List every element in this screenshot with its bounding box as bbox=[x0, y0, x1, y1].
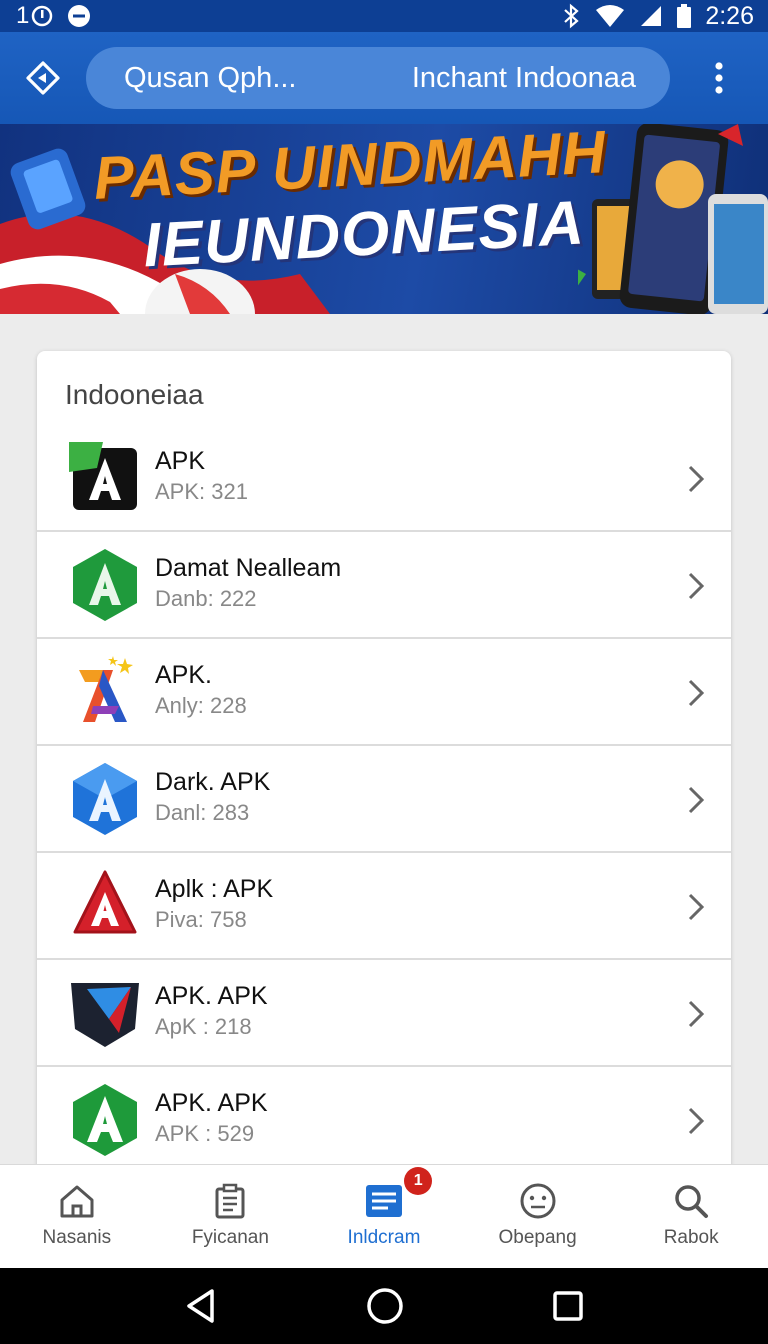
item-title: Damat Nealleam bbox=[155, 554, 342, 582]
list-item[interactable]: Damat Nealleam Danb: 222 bbox=[37, 532, 731, 639]
item-title: APK bbox=[155, 447, 206, 475]
notification-badge: 1 bbox=[404, 1167, 433, 1195]
list-item[interactable]: Aplk : APK Piva: 758 bbox=[37, 853, 731, 960]
dark-shield-icon bbox=[71, 983, 139, 1047]
item-title: APK. bbox=[155, 661, 212, 689]
item-title: Aplk : APK bbox=[155, 875, 274, 903]
battery-icon bbox=[677, 4, 692, 28]
item-subtitle: ApK : 218 bbox=[155, 1014, 252, 1039]
red-hex-icon bbox=[73, 870, 137, 934]
status-left-text: 1 bbox=[16, 2, 30, 29]
signal-icon bbox=[641, 6, 662, 26]
home-circle-icon[interactable] bbox=[366, 1287, 404, 1325]
phones-graphic bbox=[578, 124, 768, 314]
more-options-button[interactable] bbox=[670, 32, 768, 124]
nav-item-home[interactable]: Nasanis bbox=[0, 1165, 154, 1268]
nav-label: Fyicanan bbox=[191, 1227, 269, 1248]
item-subtitle: APK : 529 bbox=[155, 1121, 255, 1146]
bluetooth-icon bbox=[564, 3, 579, 29]
status-right: 2:26 bbox=[561, 2, 754, 31]
search-left-text: Qusan Qph... bbox=[124, 61, 297, 94]
recents-icon[interactable] bbox=[552, 1290, 584, 1322]
wifi-icon bbox=[596, 5, 625, 27]
chevron-right-icon bbox=[688, 1107, 705, 1135]
search-right-text: Inchant Indoonaa bbox=[411, 61, 636, 94]
blue-hex-icon bbox=[73, 763, 137, 835]
item-title: APK. APK bbox=[155, 982, 268, 1010]
bottom-nav: Nasanis Fyicanan 1 Inldcram Obepang Rabo… bbox=[0, 1164, 768, 1268]
nav-label: Obepang bbox=[498, 1227, 577, 1248]
search-icon bbox=[675, 1185, 709, 1218]
nav-label: Nasanis bbox=[42, 1227, 112, 1248]
nav-item-documents[interactable]: Fyicanan bbox=[154, 1165, 308, 1268]
list-item[interactable]: APK. Anly: 228 bbox=[37, 639, 731, 746]
chevron-right-icon bbox=[688, 465, 705, 493]
document-icon bbox=[215, 1183, 245, 1219]
item-subtitle: Danl: 283 bbox=[155, 800, 250, 825]
status-left: 1 bbox=[16, 2, 91, 30]
status-time: 2:26 bbox=[705, 1, 754, 30]
app-bar: Qusan Qph... Inchant Indoonaa bbox=[0, 32, 768, 124]
list-title: Indooneiaa bbox=[65, 379, 204, 410]
chevron-right-icon bbox=[688, 1000, 705, 1028]
minus-circle-icon bbox=[68, 5, 91, 27]
green-shield-icon bbox=[73, 1084, 137, 1156]
chevron-right-icon bbox=[688, 572, 705, 600]
promo-banner[interactable]: PASP UINDMAHH IEUNDONESIA bbox=[0, 124, 768, 314]
green-hex-icon bbox=[73, 549, 137, 621]
item-title: APK. APK bbox=[155, 1089, 268, 1117]
list-item[interactable]: APK. APK APK : 529 bbox=[37, 1067, 731, 1174]
more-vert-icon bbox=[715, 62, 723, 94]
search-bar[interactable]: Qusan Qph... Inchant Indoonaa bbox=[86, 47, 670, 109]
item-title: Dark. APK bbox=[155, 768, 271, 796]
nav-item-search[interactable]: Rabok bbox=[614, 1165, 768, 1268]
list-icon bbox=[365, 1185, 402, 1217]
item-subtitle: Danb: 222 bbox=[155, 586, 257, 611]
nav-item-profile[interactable]: Obepang bbox=[461, 1165, 615, 1268]
colorful-star-icon bbox=[79, 656, 133, 722]
chevron-right-icon bbox=[688, 786, 705, 814]
nav-label: Inldcram bbox=[347, 1227, 421, 1248]
nav-label: Rabok bbox=[663, 1227, 719, 1248]
app-logo-button[interactable] bbox=[0, 32, 86, 124]
list-item[interactable]: APK APK: 321 bbox=[37, 425, 731, 532]
chevron-right-icon bbox=[688, 679, 705, 707]
diamond-logo-icon bbox=[26, 61, 60, 95]
list-item[interactable]: Dark. APK Danl: 283 bbox=[37, 746, 731, 853]
item-subtitle: Anly: 228 bbox=[155, 693, 247, 718]
status-bar: 1 2:26 bbox=[0, 0, 768, 32]
nav-item-list[interactable]: 1 Inldcram bbox=[307, 1165, 461, 1268]
alert-circle-icon bbox=[32, 5, 53, 27]
item-subtitle: Piva: 758 bbox=[155, 907, 247, 932]
list-item[interactable]: APK. APK ApK : 218 bbox=[37, 960, 731, 1067]
smiley-icon bbox=[520, 1183, 556, 1219]
system-nav-bar bbox=[0, 1268, 768, 1344]
back-icon[interactable] bbox=[184, 1288, 218, 1324]
item-subtitle: APK: 321 bbox=[155, 479, 248, 504]
home-icon bbox=[60, 1185, 94, 1218]
apk-black-icon bbox=[69, 442, 137, 510]
banner-title: PASP UINDMAHH IEUNDONESIA bbox=[92, 124, 619, 284]
chevron-right-icon bbox=[688, 893, 705, 921]
app-list-card: Indooneiaa APK APK: 321 Damat Nealleam D… bbox=[37, 351, 731, 1181]
screen: 1 2:26 Qusan Qph... Inchant Indoonaa PAS… bbox=[0, 0, 768, 1344]
